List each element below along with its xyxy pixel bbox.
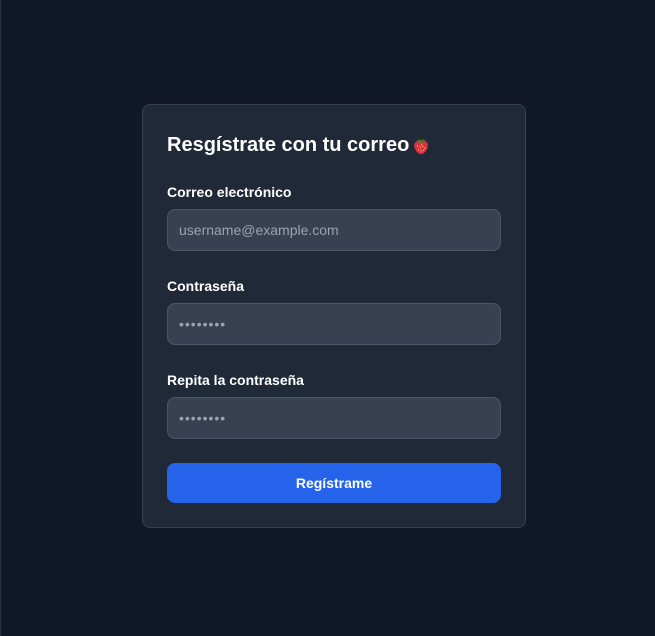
signup-card: Resgístrate con tu correo Correo electró… <box>142 104 526 528</box>
email-label: Correo electrónico <box>167 184 292 200</box>
strawberry-icon <box>414 137 429 155</box>
password-label: Contraseña <box>167 278 245 294</box>
register-button[interactable]: Regístrame <box>167 463 501 503</box>
password-repeat-input[interactable] <box>167 397 501 439</box>
email-input[interactable] <box>167 209 501 251</box>
page: Resgístrate con tu correo Correo electró… <box>0 0 655 636</box>
form-title: Resgístrate con tu correo <box>167 132 432 158</box>
password-input[interactable] <box>167 303 501 345</box>
form-title-text: Resgístrate con tu correo <box>167 134 410 156</box>
password-repeat-label: Repita la contraseña <box>167 372 304 388</box>
